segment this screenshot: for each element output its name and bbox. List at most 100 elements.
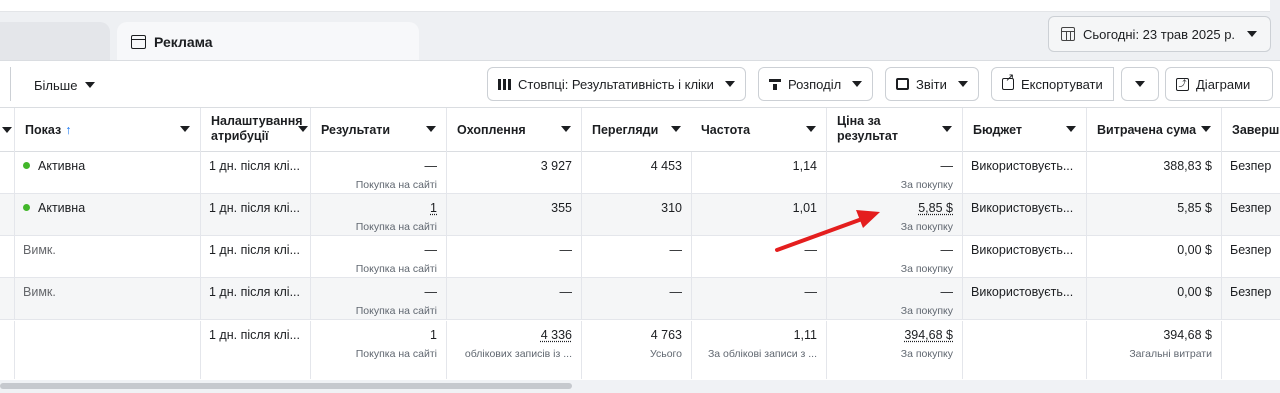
chevron-down-icon (561, 126, 571, 132)
more-label: Більше (34, 77, 78, 93)
header-impressions-label: Перегляди (592, 122, 659, 137)
column-header-cost-per-result[interactable]: Ціна за результат (826, 108, 962, 152)
total-frequency-sub: За облікові записи з ... (707, 348, 817, 360)
results-value: — (424, 243, 438, 257)
total-results-value: 1 (430, 328, 437, 342)
budget-cell: Використовуєть... (962, 152, 1086, 193)
header-cost-label: Ціна за результат (837, 114, 898, 143)
frequency-cell: — (691, 236, 826, 277)
impressions-cell: 310 (581, 194, 691, 235)
delivery-cell: Вимк. (14, 236, 200, 277)
column-header-reach[interactable]: Охоплення (446, 108, 581, 152)
column-header-delivery[interactable]: Показ ↑ (14, 108, 200, 152)
breakdown-label: Розподіл (788, 76, 842, 92)
table-header: Показ ↑ Налаштування атрибуції Результат… (0, 108, 1280, 152)
budget-cell: Використовуєть... (962, 278, 1086, 319)
delivery-status: Активна (38, 159, 86, 173)
reports-icon (896, 78, 909, 90)
table-total-row: 1 дн. після клі... 1 Покупка на сайті 4 … (0, 321, 1280, 379)
total-spent-value: 394,68 $ (1163, 328, 1212, 342)
cost-type: За покупку (900, 221, 953, 233)
chevron-down-icon (942, 126, 952, 132)
delivery-cell: Активна (14, 194, 200, 235)
reports-label: Звіти (916, 76, 947, 92)
export-icon (1002, 73, 1014, 90)
status-active-dot (23, 162, 30, 169)
chevron-down-icon (852, 81, 863, 87)
column-header-ends[interactable]: Заверш (1221, 108, 1280, 152)
reports-button[interactable]: Звіти (885, 67, 979, 101)
cost-type: За покупку (900, 263, 953, 275)
ad-tab-icon (131, 35, 146, 49)
column-header-attribution[interactable]: Налаштування атрибуції (200, 108, 310, 152)
chevron-down-icon (806, 126, 816, 132)
export-menu-button[interactable] (1121, 67, 1159, 101)
chevron-down-icon (180, 126, 190, 132)
header-ends-label: Заверш (1232, 122, 1280, 137)
impressions-cell: — (581, 278, 691, 319)
toolbar: Більше Стовпці: Результативність і кліки… (0, 60, 1280, 107)
charts-button[interactable]: ⤴ Діаграми (1165, 67, 1273, 101)
column-header-amount-spent[interactable]: Витрачена сума (1086, 108, 1221, 152)
cost-value[interactable]: 5,85 $ (918, 201, 953, 215)
budget-cell: Використовуєть... (962, 194, 1086, 235)
chevron-down-icon (724, 81, 735, 87)
more-button[interactable]: Більше (34, 73, 96, 97)
table-row[interactable]: Активна 1 дн. після клі... 1 Покупка на … (0, 194, 1280, 236)
tab-ads[interactable]: Реклама (117, 22, 419, 62)
chart-icon: ⤴ (1176, 77, 1189, 91)
breakdown-icon (769, 78, 781, 90)
header-budget-label: Бюджет (973, 122, 1023, 137)
header-attribution-label: Налаштування атрибуції (211, 114, 303, 143)
column-header-truncated[interactable] (0, 108, 14, 152)
export-button[interactable]: Експортувати (991, 67, 1114, 101)
column-header-budget[interactable]: Бюджет (962, 108, 1086, 152)
tab-previous[interactable] (0, 22, 110, 60)
delivery-cell: Активна (14, 152, 200, 193)
total-reach-value[interactable]: 4 336 (541, 328, 572, 342)
chevron-down-icon (1247, 31, 1258, 37)
attribution-cell: 1 дн. після клі... (200, 152, 310, 193)
column-header-impressions[interactable]: Перегляди (581, 108, 691, 152)
chevron-down-icon (2, 127, 12, 133)
export-label: Експортувати (1021, 76, 1103, 92)
total-cost-cell: 394,68 $ За покупку (826, 321, 962, 379)
ads-table: Показ ↑ Налаштування атрибуції Результат… (0, 107, 1280, 380)
total-cost-value[interactable]: 394,68 $ (904, 328, 953, 342)
results-value[interactable]: 1 (430, 201, 437, 215)
total-reach-cell: 4 336 облікових записів із ... (446, 321, 581, 379)
table-row[interactable]: Вимк. 1 дн. після клі... — Покупка на са… (0, 278, 1280, 320)
reach-cell: — (446, 278, 581, 319)
spent-cell: 5,85 $ (1086, 194, 1221, 235)
cost-type: За покупку (900, 179, 953, 191)
toolbar-divider (10, 67, 11, 101)
chevron-down-icon (1201, 126, 1211, 132)
table-row[interactable]: Активна 1 дн. після клі... — Покупка на … (0, 152, 1280, 194)
reach-cell: 3 927 (446, 152, 581, 193)
columns-button[interactable]: Стовпці: Результативність і кліки (487, 67, 746, 101)
cost-value: — (940, 243, 954, 257)
top-strip (0, 0, 1270, 12)
chevron-down-icon (85, 82, 96, 88)
columns-label: Стовпці: Результативність і кліки (518, 76, 714, 92)
table-row[interactable]: Вимк. 1 дн. після клі... — Покупка на са… (0, 236, 1280, 278)
horizontal-scrollbar-thumb[interactable] (0, 383, 572, 389)
delivery-cell: Вимк. (14, 278, 200, 319)
total-frequency-value: 1,11 (793, 328, 817, 342)
total-ends-cell (1221, 321, 1280, 379)
date-range-label: Сьогодні: 23 трав 2025 р. (1083, 26, 1236, 42)
total-results-type: Покупка на сайті (355, 348, 437, 360)
total-impressions-cell: 4 763 Усього (581, 321, 691, 379)
breakdown-button[interactable]: Розподіл (758, 67, 874, 101)
total-frequency-cell: 1,11 За облікові записи з ... (691, 321, 826, 379)
cost-cell: — За покупку (826, 236, 962, 277)
results-type: Покупка на сайті (355, 263, 437, 275)
date-range-button[interactable]: Сьогодні: 23 трав 2025 р. (1048, 16, 1271, 52)
attribution-cell: 1 дн. після клі... (200, 236, 310, 277)
column-header-frequency[interactable]: Частота (691, 108, 826, 152)
column-header-results[interactable]: Результати (310, 108, 446, 152)
ends-cell: Безпер (1221, 152, 1280, 193)
ends-cell: Безпер (1221, 236, 1280, 277)
total-impressions-sub: Усього (650, 348, 682, 360)
total-results-cell: 1 Покупка на сайті (310, 321, 446, 379)
